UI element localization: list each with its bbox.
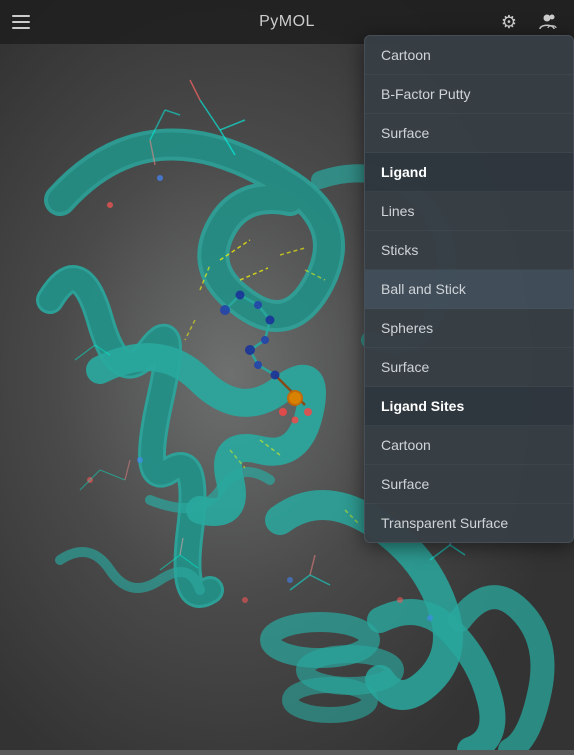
- app-title: PyMOL: [259, 13, 315, 31]
- menu-item-bfactor-putty[interactable]: B-Factor Putty: [365, 75, 573, 114]
- settings-icon[interactable]: ⚙: [494, 7, 524, 37]
- menu-section-ligand-sites: Ligand Sites: [365, 387, 573, 426]
- menu-item-surface-protein[interactable]: Surface: [365, 114, 573, 153]
- menu-item-sticks[interactable]: Sticks: [365, 231, 573, 270]
- menu-item-lines[interactable]: Lines: [365, 192, 573, 231]
- menu-item-surface-ligand[interactable]: Surface: [365, 348, 573, 387]
- menu-item-cartoon[interactable]: Cartoon: [365, 36, 573, 75]
- menu-section-ligand: Ligand: [365, 153, 573, 192]
- menu-item-ls-transparent-surface[interactable]: Transparent Surface: [365, 504, 573, 542]
- menu-item-ls-surface[interactable]: Surface: [365, 465, 573, 504]
- user-icon[interactable]: [532, 7, 562, 37]
- menu-item-ls-cartoon[interactable]: Cartoon: [365, 426, 573, 465]
- menu-icon[interactable]: [12, 15, 30, 29]
- menu-item-ball-and-stick[interactable]: Ball and Stick: [365, 270, 573, 309]
- menu-item-spheres[interactable]: Spheres: [365, 309, 573, 348]
- dropdown-menu: CartoonB-Factor PuttySurfaceLigandLinesS…: [364, 35, 574, 543]
